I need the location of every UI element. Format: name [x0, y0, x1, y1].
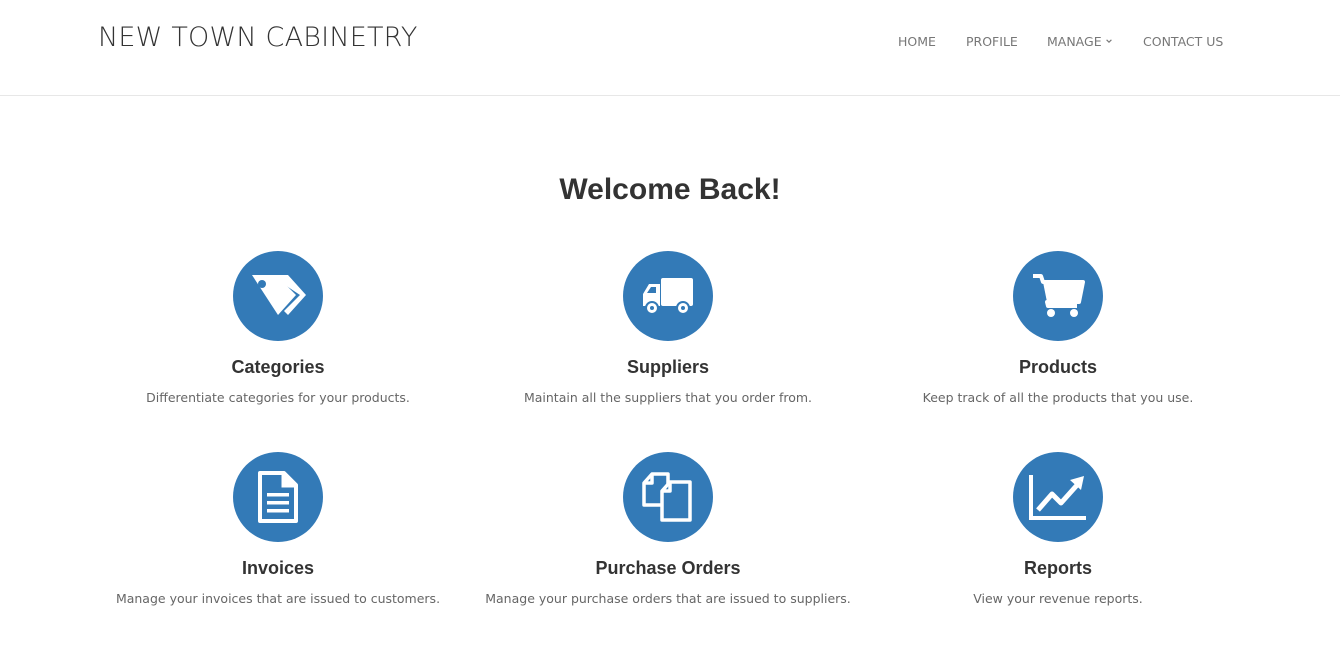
shopping-cart-icon [1033, 274, 1085, 317]
purchase-orders-title[interactable]: Purchase Orders [478, 558, 858, 579]
suppliers-button[interactable] [623, 251, 713, 341]
card-purchase-orders: Purchase Orders Manage your purchase ord… [478, 452, 858, 606]
purchase-orders-description: Manage your purchase orders that are iss… [485, 591, 851, 606]
main-nav: HOME PROFILE MANAGE CONTACT US [0, 34, 1340, 54]
line-chart-icon [1029, 475, 1086, 520]
products-button[interactable] [1013, 251, 1103, 341]
card-reports: Reports View your revenue reports. [868, 452, 1248, 606]
card-suppliers: Suppliers Maintain all the suppliers tha… [478, 251, 858, 405]
card-categories: Categories Differentiate categories for … [88, 251, 468, 405]
nav-manage-label: MANAGE [1047, 34, 1102, 49]
suppliers-description: Maintain all the suppliers that you orde… [523, 390, 813, 405]
purchase-orders-button[interactable] [623, 452, 713, 542]
invoices-description: Manage your invoices that are issued to … [115, 591, 441, 606]
suppliers-title[interactable]: Suppliers [478, 357, 858, 378]
reports-title[interactable]: Reports [868, 558, 1248, 579]
tags-icon [252, 275, 306, 315]
nav-home[interactable]: HOME [898, 34, 936, 49]
products-title[interactable]: Products [868, 357, 1248, 378]
categories-button[interactable] [233, 251, 323, 341]
nav-contact-us[interactable]: CONTACT US [1143, 34, 1223, 49]
categories-title[interactable]: Categories [88, 357, 468, 378]
card-products: Products Keep track of all the products … [868, 251, 1248, 405]
products-description: Keep track of all the products that you … [922, 390, 1194, 405]
nav-profile[interactable]: PROFILE [966, 34, 1018, 49]
reports-button[interactable] [1013, 452, 1103, 542]
reports-description: View your revenue reports. [973, 591, 1143, 606]
truck-icon [643, 278, 693, 315]
navbar: NEW TOWN CABINETRY HOME PROFILE MANAGE C… [0, 0, 1340, 96]
invoices-title[interactable]: Invoices [88, 558, 468, 579]
copy-documents-icon [642, 472, 692, 522]
document-icon [258, 471, 298, 523]
nav-manage-dropdown[interactable]: MANAGE [1047, 34, 1113, 49]
invoices-button[interactable] [233, 452, 323, 542]
chevron-down-icon [1105, 39, 1112, 43]
page-title: Welcome Back! [559, 173, 781, 206]
card-invoices: Invoices Manage your invoices that are i… [88, 452, 468, 606]
categories-description: Differentiate categories for your produc… [146, 390, 410, 405]
